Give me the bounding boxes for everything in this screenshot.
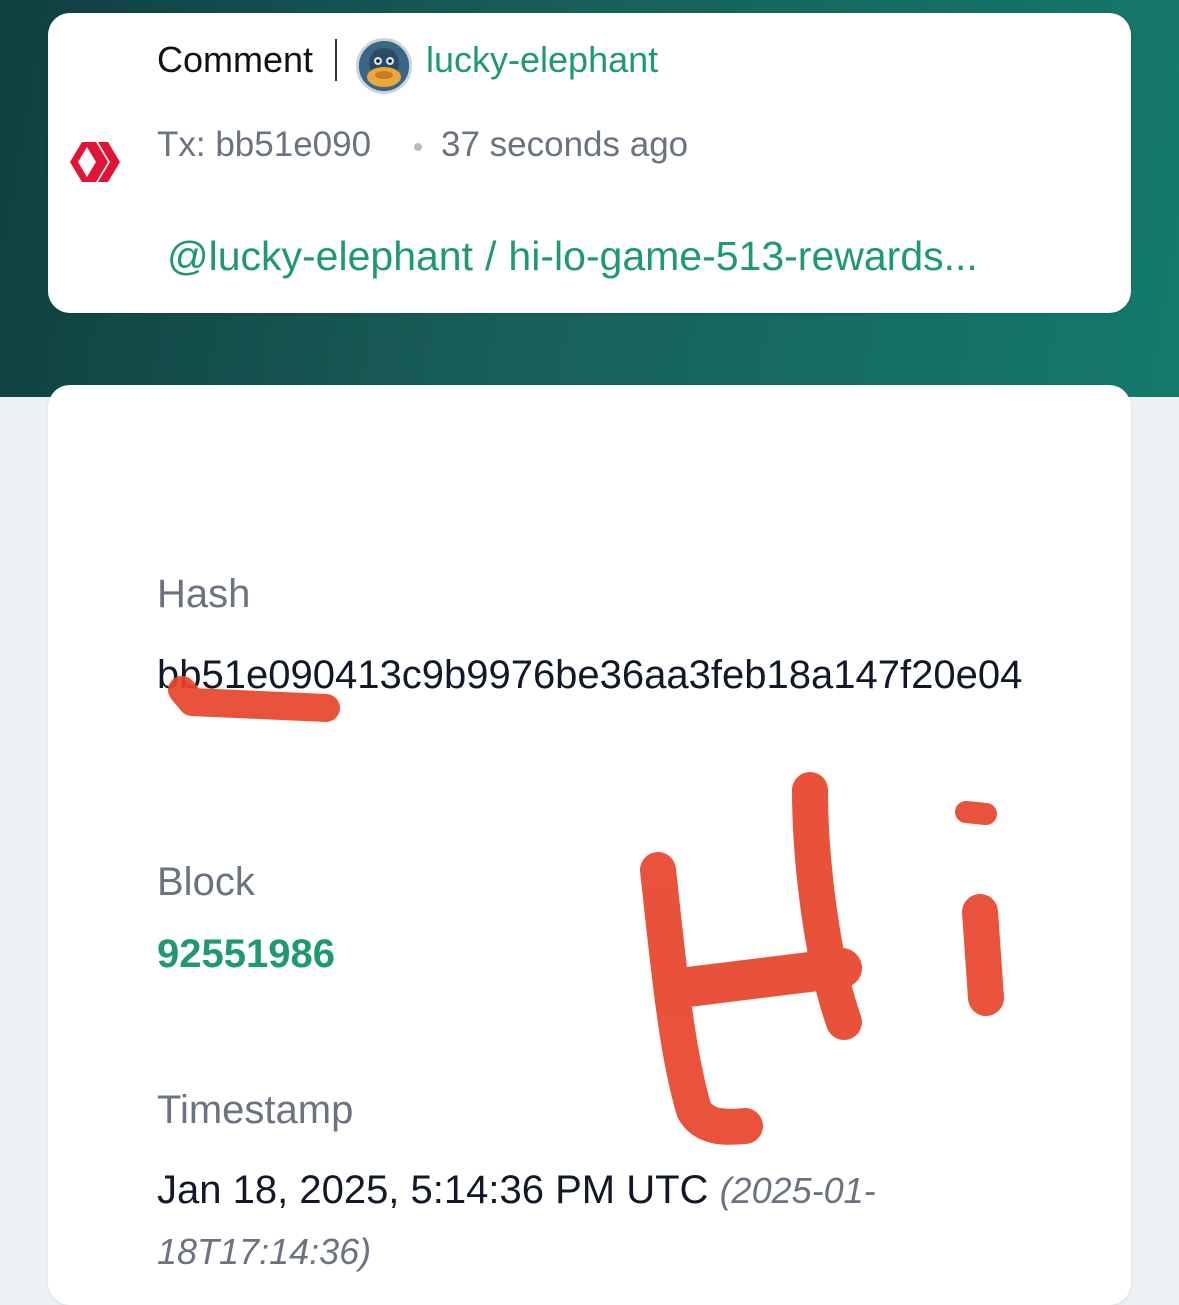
separator-dot xyxy=(414,143,422,151)
hive-logo-icon xyxy=(70,138,122,186)
transaction-details-card: Hash bb51e090413c9b9976be36aa3feb18a147f… xyxy=(48,385,1131,1305)
divider xyxy=(335,39,337,81)
hash-value: bb51e090413c9b9976be36aa3feb18a147f20e04 xyxy=(157,653,1023,697)
transaction-id-link[interactable]: Tx: bb51e090 xyxy=(157,125,371,165)
timestamp-utc: Jan 18, 2025, 5:14:36 PM UTC xyxy=(157,1168,709,1212)
operation-card: Comment lucky-elephant Tx: bb51e090 37 s… xyxy=(48,13,1131,313)
author-link[interactable]: lucky-elephant xyxy=(426,39,658,81)
timestamp-label: Timestamp xyxy=(157,1088,354,1132)
permlink-author[interactable]: @lucky-elephant xyxy=(167,233,473,279)
timestamp-value: Jan 18, 2025, 5:14:36 PM UTC (2025-01-18… xyxy=(157,1160,977,1282)
time-ago: 37 seconds ago xyxy=(441,125,689,164)
block-number-link[interactable]: 92551986 xyxy=(157,932,335,977)
operation-type-label: Comment xyxy=(157,39,314,80)
block-label: Block xyxy=(157,860,255,904)
user-avatar[interactable] xyxy=(356,38,412,94)
permlink-separator: / xyxy=(485,233,497,279)
hash-label: Hash xyxy=(157,572,251,616)
permlink-slug[interactable]: hi-lo-game-513-rewards... xyxy=(508,233,977,279)
permlink[interactable]: @lucky-elephant / hi-lo-game-513-rewards..… xyxy=(167,233,1097,280)
